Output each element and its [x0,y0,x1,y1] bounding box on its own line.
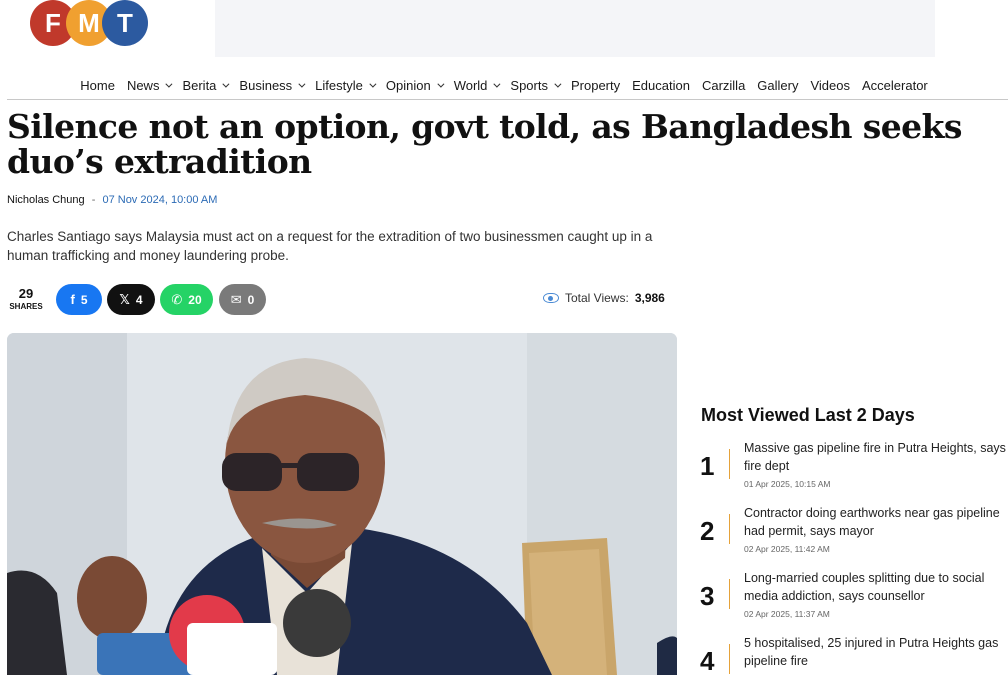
most-viewed-item[interactable]: 1 Massive gas pipeline fire in Putra Hei… [700,439,1008,497]
whatsapp-icon: ✆ [171,291,183,307]
rank-number: 1 [700,451,715,481]
rank-divider [729,579,730,609]
byline-separator: - [91,194,96,206]
chevron-down-icon [554,80,562,88]
rank-number: 3 [700,581,715,611]
facebook-share-count: 5 [80,292,88,307]
nav-item-accelerator[interactable]: Accelerator [856,75,934,95]
x-share-count: 4 [135,292,143,307]
nav-item-sports[interactable]: Sports [504,75,565,95]
article-summary: Charles Santiago says Malaysia must act … [7,229,653,263]
most-viewed-item[interactable]: 3 Long-married couples splitting due to … [700,569,1008,627]
ad-banner-slot [215,0,935,57]
most-viewed-title[interactable]: Long-married couples splitting due to so… [744,569,1008,605]
article-headline: Silence not an option, govt told, as Ban… [7,107,962,181]
article-photo-illustration [7,333,677,675]
logo-letter-t: T [102,0,148,46]
nav-item-lifestyle[interactable]: Lifestyle [309,75,380,95]
total-views-count: 3,986 [634,291,665,305]
total-views: Total Views: 3,986 [543,291,665,305]
article-photo[interactable] [7,333,677,675]
nav-item-carzilla[interactable]: Carzilla [696,75,751,95]
nav-item-opinion[interactable]: Opinion [380,75,448,95]
nav-item-berita[interactable]: Berita [176,75,233,95]
share-total-label: SHARES [9,302,43,311]
fmt-logo[interactable]: F M T [30,0,150,50]
rank-divider [729,644,730,674]
share-total-count: 29 [18,286,34,301]
rank-divider [729,449,730,479]
most-viewed-date: 01 Apr 2025, 10:15 AM [744,479,831,489]
x-icon: 𝕏 [119,291,130,307]
most-viewed-date: 02 Apr 2025, 11:37 AM [744,609,830,619]
author-name[interactable]: Nicholas Chung [7,194,85,206]
nav-divider [7,99,1008,100]
rank-number: 2 [700,516,715,546]
nav-item-gallery[interactable]: Gallery [751,75,804,95]
chevron-down-icon [298,80,306,88]
most-viewed-item[interactable]: 2 Contractor doing earthworks near gas p… [700,504,1008,562]
x-share-button[interactable]: 𝕏 4 [107,284,155,315]
chevron-down-icon [165,80,173,88]
rank-number: 4 [700,646,715,675]
whatsapp-share-count: 20 [188,292,202,307]
most-viewed-item[interactable]: 4 5 hospitalised, 25 injured in Putra He… [700,634,1008,675]
most-viewed-date: 02 Apr 2025, 11:42 AM [744,544,830,554]
eye-icon [543,293,559,303]
publish-date: 07 Nov 2024, 10:00 AM [102,194,218,206]
nav-item-world[interactable]: World [448,75,505,95]
most-viewed-title[interactable]: 5 hospitalised, 25 injured in Putra Heig… [744,634,1008,670]
total-views-label: Total Views: [565,291,629,305]
whatsapp-share-button[interactable]: ✆ 20 [160,284,213,315]
email-share-button[interactable]: ✉ 0 [219,284,266,315]
nav-item-business[interactable]: Business [233,75,309,95]
chevron-down-icon [437,80,445,88]
byline: Nicholas Chung - 07 Nov 2024, 10:00 AM [7,194,217,206]
chevron-down-icon [222,80,230,88]
chevron-down-icon [493,80,501,88]
most-viewed-title[interactable]: Contractor doing earthworks near gas pip… [744,504,1008,540]
main-nav: Home News Berita Business Lifestyle Opin… [0,75,1008,95]
nav-item-home[interactable]: Home [74,75,121,95]
chevron-down-icon [369,80,377,88]
nav-item-news[interactable]: News [121,75,177,95]
email-share-count: 0 [247,292,255,307]
most-viewed-heading: Most Viewed Last 2 Days [701,405,915,425]
share-total: 29 SHARES [7,286,45,311]
most-viewed-title[interactable]: Massive gas pipeline fire in Putra Heigh… [744,439,1008,475]
rank-divider [729,514,730,544]
facebook-share-button[interactable]: f 5 [56,284,102,315]
nav-item-property[interactable]: Property [565,75,626,95]
facebook-icon: f [70,292,75,307]
nav-item-videos[interactable]: Videos [804,75,856,95]
email-icon: ✉ [230,291,242,307]
nav-item-education[interactable]: Education [626,75,696,95]
